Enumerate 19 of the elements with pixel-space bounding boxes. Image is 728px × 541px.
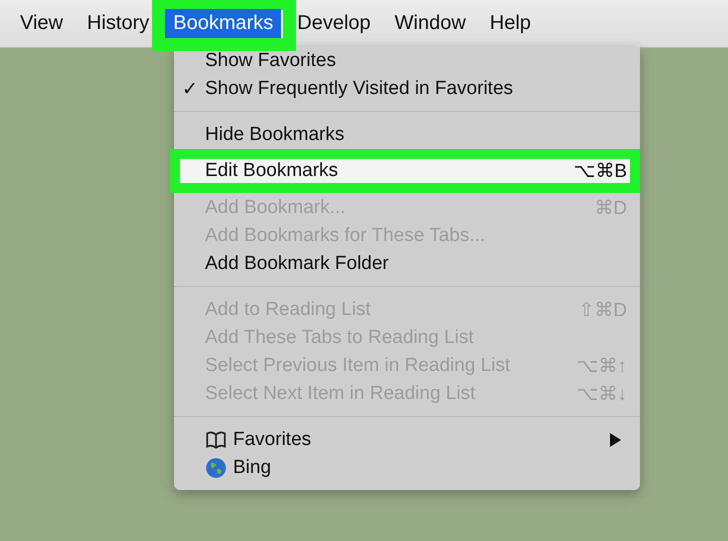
menu-bar-item[interactable]: History [79,9,158,38]
menu-bar-item[interactable]: Help [482,9,539,38]
globe-icon [205,457,227,479]
menu-bar-item[interactable]: Bookmarks [165,9,282,38]
menu-bar-item[interactable]: View [12,9,71,38]
menu-bar-item[interactable]: Develop [289,9,379,38]
menu-item[interactable]: Favorites [233,429,312,451]
shortcut-label: ⌥⌘B [573,160,627,183]
check-mark: ✓ [182,78,198,101]
menu-item[interactable]: Bing [233,457,272,479]
menu-item[interactable]: Show Favorites [205,50,336,72]
menu-bar-item[interactable]: Window [386,9,474,38]
menu-item[interactable]: Edit Bookmarks [205,160,338,182]
menu-item[interactable]: Add Bookmark Folder [205,253,389,275]
book-icon [205,429,227,451]
shortcut-label: ⌥⌘↑ [576,355,627,378]
menu-item[interactable]: Show Frequently Visited in Favorites [205,78,514,100]
shortcut-label: ⌥⌘↓ [576,383,627,406]
menu-item[interactable]: Hide Bookmarks [205,124,344,146]
